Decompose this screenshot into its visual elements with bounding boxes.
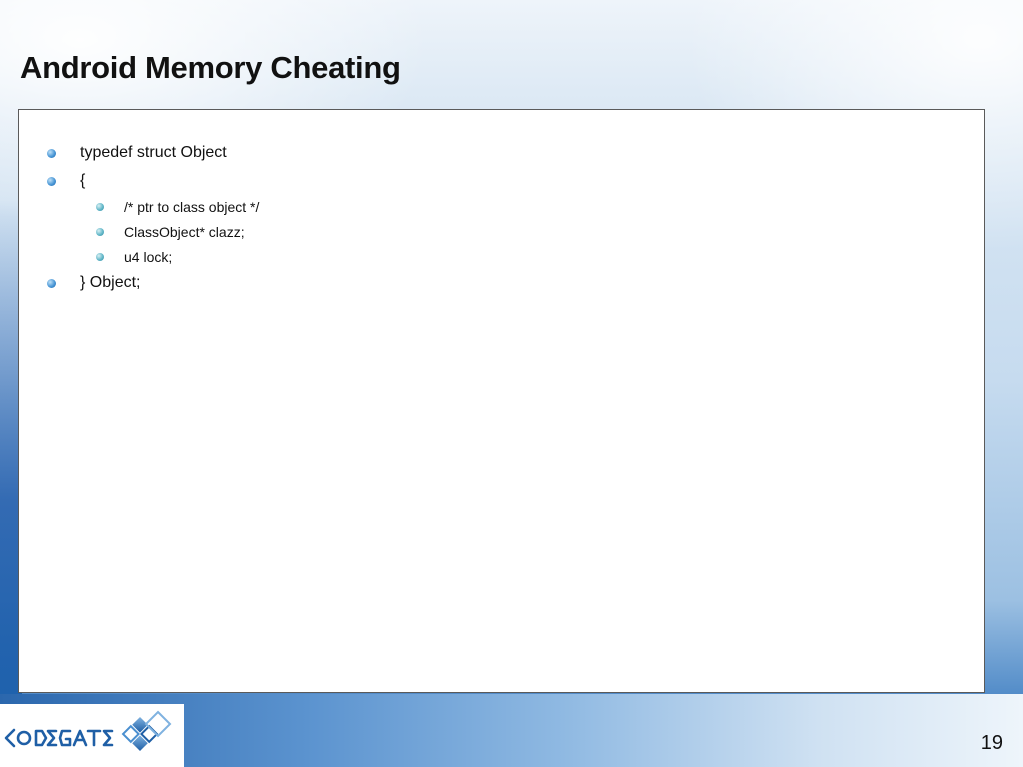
slide-title: Android Memory Cheating: [20, 50, 401, 85]
content-box: typedef struct Object { /* ptr to class …: [18, 109, 985, 693]
bullet-dot-icon: [47, 279, 56, 288]
bullet-item: } Object;: [47, 274, 141, 292]
sub-bullet-dot-icon: [96, 228, 104, 236]
codegate-logo-icon: [4, 710, 172, 751]
sub-bullet-dot-icon: [96, 253, 104, 261]
sub-bullet-item: /* ptr to class object */: [96, 199, 260, 215]
bullet-text: {: [80, 172, 86, 189]
bullet-text: /* ptr to class object */: [124, 199, 260, 215]
page-number: 19: [980, 732, 1003, 754]
bullet-text: } Object;: [80, 274, 141, 291]
bullet-dot-icon: [47, 149, 56, 158]
bullet-text: u4 lock;: [124, 249, 173, 265]
bullet-dot-icon: [47, 177, 56, 186]
bullet-text: ClassObject* clazz;: [124, 224, 245, 240]
bullet-item: {: [47, 172, 86, 190]
sub-bullet-item: ClassObject* clazz;: [96, 224, 245, 240]
bullet-item: typedef struct Object: [47, 144, 227, 162]
codegate-logo: [0, 704, 184, 767]
sub-bullet-item: u4 lock;: [96, 249, 173, 265]
sub-bullet-dot-icon: [96, 203, 104, 211]
bullet-text: typedef struct Object: [80, 144, 227, 161]
